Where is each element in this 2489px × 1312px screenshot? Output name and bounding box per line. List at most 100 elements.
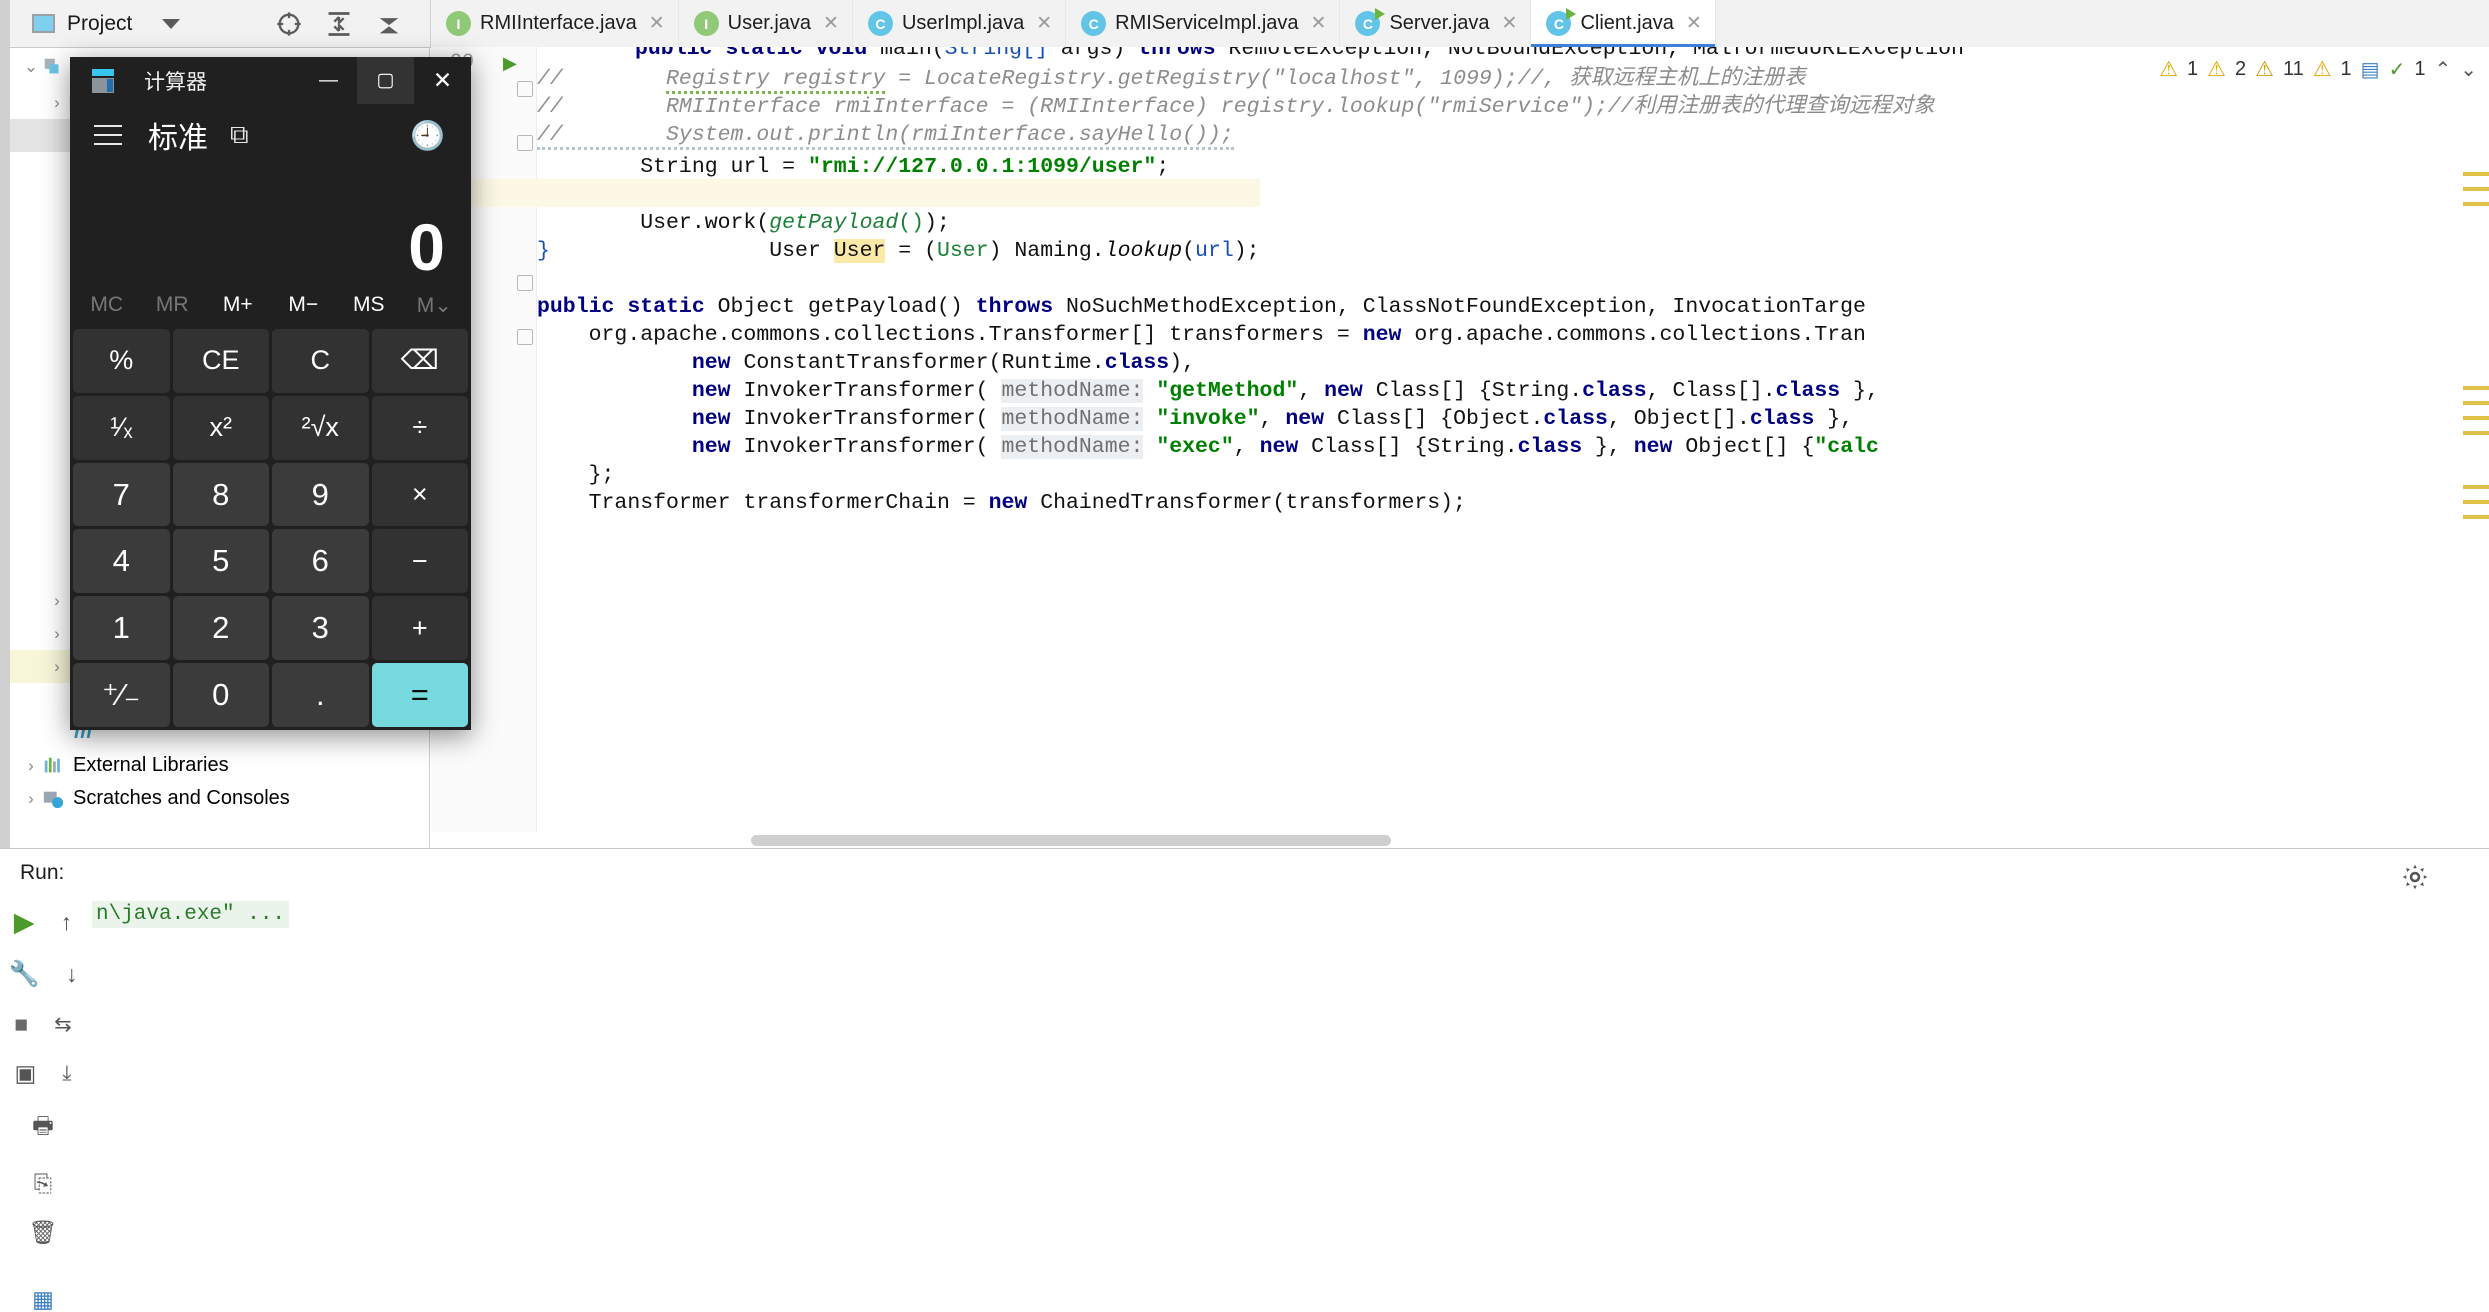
- key-5[interactable]: 5: [172, 529, 269, 594]
- key-9[interactable]: 9: [272, 462, 369, 527]
- key-clear-entry[interactable]: CE: [172, 329, 269, 393]
- close-icon[interactable]: ✕: [1502, 12, 1518, 35]
- scrollbar-thumb[interactable]: [751, 835, 1391, 846]
- key-0[interactable]: 0: [172, 663, 269, 727]
- sidebar-item-scratches-and-consoles[interactable]: › Scratches and Consoles: [10, 782, 429, 815]
- chevron-right-icon[interactable]: ›: [20, 789, 42, 809]
- key-7[interactable]: 7: [73, 462, 170, 527]
- chevron-right-icon[interactable]: ›: [46, 657, 68, 677]
- scroll-to-end-icon[interactable]: ⤓: [62, 1062, 71, 1086]
- next-problem-icon[interactable]: ⌄: [2460, 57, 2477, 82]
- chevron-right-icon[interactable]: ›: [46, 591, 68, 611]
- soft-wrap-icon[interactable]: ⇆: [54, 1012, 72, 1037]
- calculator-window[interactable]: 计算器 — ▢ ✕ 标准 ⧉ 🕘 0 MC MR M+ M− MS M⌄ % C…: [70, 57, 471, 730]
- key-reciprocal[interactable]: ¹⁄ₓ: [73, 395, 170, 460]
- memory-store-button[interactable]: MS: [336, 293, 402, 317]
- expand-all-icon[interactable]: [375, 10, 403, 38]
- scroll-up-icon[interactable]: ↑: [61, 909, 73, 936]
- fold-marker-icon[interactable]: [517, 81, 533, 97]
- collapse-all-icon[interactable]: [325, 10, 353, 38]
- key-8[interactable]: 8: [172, 462, 269, 527]
- prev-problem-icon[interactable]: ⌃: [2434, 57, 2451, 82]
- chevron-down-icon[interactable]: [162, 18, 181, 29]
- stop-icon[interactable]: ■: [14, 1011, 28, 1038]
- warning-icon: ⚠: [2159, 57, 2179, 81]
- keep-on-top-icon[interactable]: ⧉: [230, 119, 249, 151]
- maximize-button[interactable]: ▢: [357, 57, 414, 104]
- key-clear[interactable]: C: [272, 329, 369, 393]
- scroll-down-icon[interactable]: ↓: [66, 961, 78, 988]
- memory-list-button[interactable]: M⌄: [402, 293, 468, 318]
- close-icon[interactable]: ✕: [649, 12, 665, 35]
- run-console[interactable]: n\java.exe" ...: [92, 901, 2489, 1312]
- chevron-right-icon[interactable]: ›: [46, 93, 68, 113]
- editor-hscrollbar[interactable]: [431, 832, 2489, 848]
- sidebar-item-external-libraries[interactable]: › External Libraries: [10, 749, 429, 782]
- gear-icon[interactable]: [2401, 863, 2429, 891]
- code-text[interactable]: public static void main(String[] args) t…: [431, 47, 2489, 840]
- memory-recall-button[interactable]: MR: [140, 293, 206, 317]
- tab-server-java[interactable]: C Server.java ✕: [1340, 0, 1532, 47]
- run-icon[interactable]: ▶: [14, 907, 35, 938]
- sidebar-item-label: Scratches and Consoles: [73, 787, 290, 809]
- project-tool-button[interactable]: Project: [32, 12, 181, 36]
- libraries-icon: [44, 757, 60, 772]
- module-icon: [44, 58, 59, 74]
- close-icon[interactable]: ✕: [1036, 12, 1052, 35]
- key-3[interactable]: 3: [272, 596, 369, 661]
- key-square-root[interactable]: ²√x: [272, 395, 369, 460]
- tab-userimpl-java[interactable]: C UserImpl.java ✕: [853, 0, 1067, 47]
- key-1[interactable]: 1: [73, 596, 170, 661]
- layout-icon[interactable]: ▦: [32, 1286, 54, 1312]
- key-backspace[interactable]: ⌫: [371, 329, 468, 393]
- tab-client-java[interactable]: C Client.java ✕: [1531, 0, 1716, 47]
- memory-subtract-button[interactable]: M−: [271, 293, 337, 317]
- minimize-button[interactable]: —: [300, 57, 357, 104]
- key-4[interactable]: 4: [73, 529, 170, 594]
- tab-label: RMIServiceImpl.java: [1115, 12, 1299, 34]
- print-icon[interactable]: 🖶: [32, 1109, 54, 1148]
- key-add[interactable]: +: [371, 596, 468, 661]
- code-editor[interactable]: 20 ▶ public static void main(String[] ar…: [431, 47, 2489, 840]
- key-plus-minus[interactable]: ⁺⁄₋: [73, 663, 170, 727]
- key-6[interactable]: 6: [272, 529, 369, 594]
- close-icon[interactable]: ✕: [1311, 12, 1327, 35]
- fold-marker-icon[interactable]: [517, 275, 533, 291]
- memory-add-button[interactable]: M+: [205, 293, 271, 317]
- key-square[interactable]: x²: [172, 395, 269, 460]
- close-icon[interactable]: ✕: [823, 12, 839, 35]
- left-rail-stripe: [0, 0, 10, 48]
- key-percent[interactable]: %: [73, 329, 170, 393]
- wrench-icon[interactable]: 🔧: [9, 960, 40, 989]
- key-2[interactable]: 2: [172, 596, 269, 661]
- hamburger-menu-icon[interactable]: [94, 125, 122, 145]
- editor-marker-lane[interactable]: [2459, 160, 2489, 519]
- camera-icon[interactable]: ▣: [14, 1060, 36, 1087]
- inspection-widget[interactable]: ⚠ 1 ⚠ 2 ⚠ 11 ⚠ 1 ▤ ✓ 1 ⌃ ⌄: [2147, 47, 2489, 91]
- key-multiply[interactable]: ×: [371, 462, 468, 527]
- pin-icon[interactable]: ⎘: [34, 1170, 52, 1197]
- memory-clear-button[interactable]: MC: [74, 293, 140, 317]
- run-gutter-icon[interactable]: ▶: [503, 53, 517, 74]
- key-divide[interactable]: ÷: [371, 395, 468, 460]
- chevron-right-icon[interactable]: ›: [46, 624, 68, 644]
- key-subtract[interactable]: −: [371, 529, 468, 594]
- close-button[interactable]: ✕: [414, 57, 471, 104]
- trash-icon[interactable]: 🗑: [28, 1219, 57, 1246]
- chevron-right-icon[interactable]: ⌄: [20, 57, 42, 77]
- tab-user-java[interactable]: I User.java ✕: [679, 0, 853, 47]
- chevron-right-icon[interactable]: ›: [20, 756, 42, 776]
- tab-rmiserviceimpl-java[interactable]: C RMIServiceImpl.java ✕: [1066, 0, 1341, 47]
- tab-rmiinterface-java[interactable]: I RMIInterface.java ✕: [431, 0, 679, 47]
- close-icon[interactable]: ✕: [1686, 12, 1702, 35]
- project-window-icon: [32, 14, 55, 33]
- fold-marker-icon[interactable]: [517, 329, 533, 345]
- locate-icon[interactable]: [275, 10, 303, 38]
- server-problems-count: 1: [2414, 57, 2426, 80]
- calculator-title-bar[interactable]: 计算器 — ▢ ✕: [70, 57, 471, 104]
- history-icon[interactable]: 🕘: [410, 119, 445, 152]
- key-equals[interactable]: =: [371, 663, 468, 727]
- key-decimal[interactable]: .: [272, 663, 369, 727]
- calculator-mode-label: 标准: [148, 122, 208, 155]
- fold-marker-icon[interactable]: [517, 135, 533, 151]
